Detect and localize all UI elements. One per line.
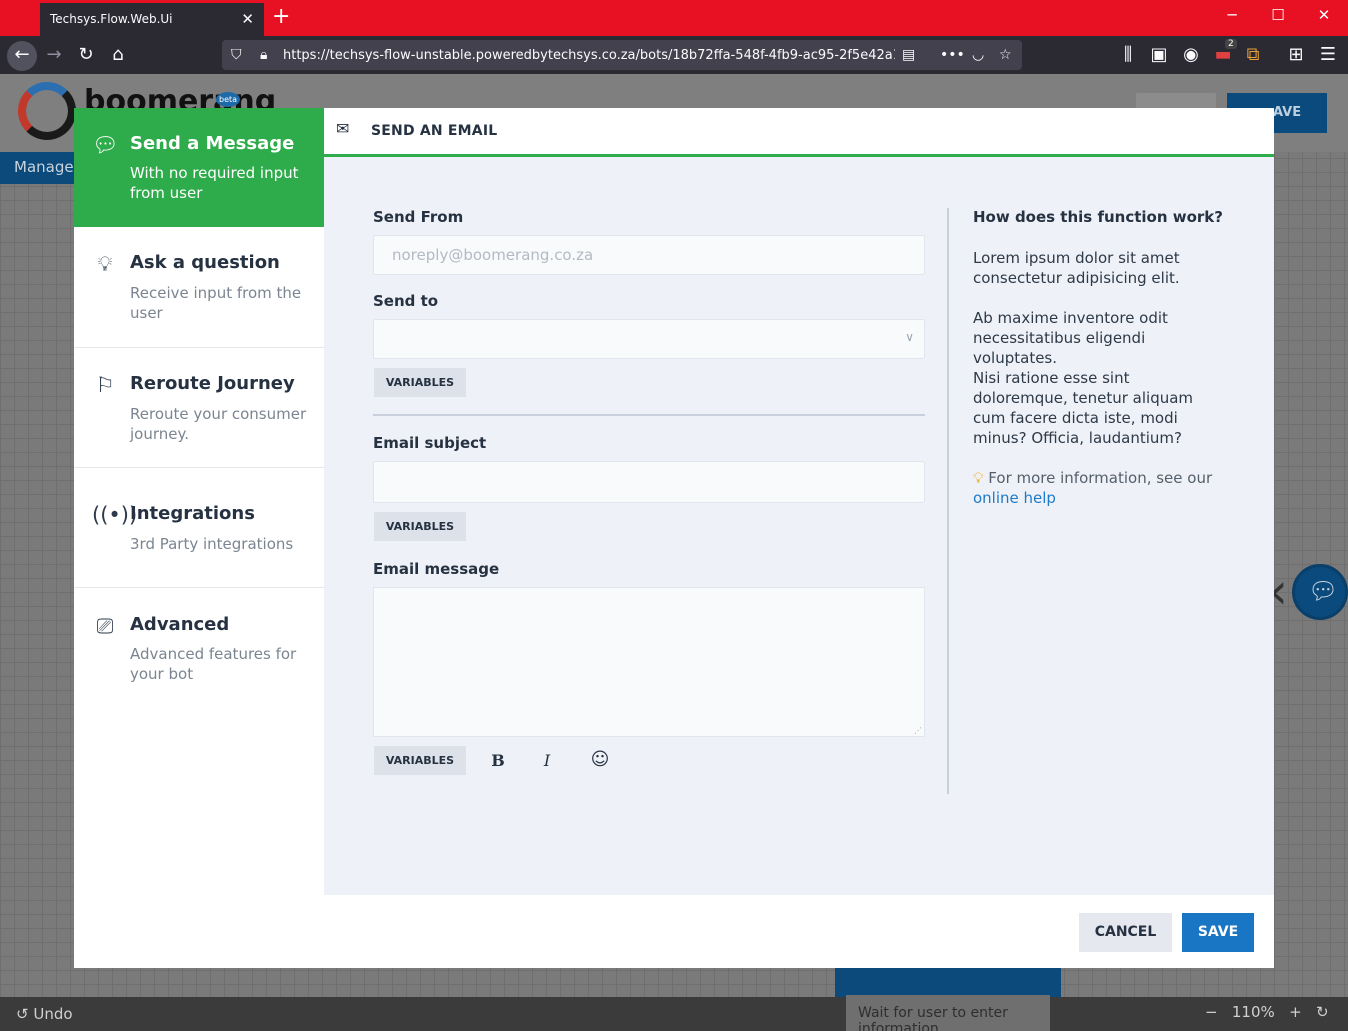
action-sidebar: 💬︎ Send a Message With no required input… (74, 108, 324, 895)
shield-icon[interactable]: ⛉ (231, 44, 242, 66)
beta-badge: beta (216, 92, 241, 107)
send-to-label: Send to (373, 292, 439, 310)
zoom-level: 110% (1231, 1003, 1275, 1021)
sidebar-item-send-message[interactable]: 💬︎ Send a Message With no required input… (74, 108, 324, 227)
library-icon[interactable]: ⫼ (1115, 42, 1141, 68)
chat-bubble-icon: 💬︎ (92, 133, 119, 157)
back-icon[interactable]: ← (7, 41, 37, 71)
help-title: How does this function work? (973, 208, 1223, 226)
sidebar-item-title: Ask a question (130, 252, 280, 273)
flow-node-card[interactable] (835, 967, 1061, 997)
italic-icon[interactable]: I (535, 751, 559, 770)
sidebar-item-desc: Reroute your consumer journey. (130, 405, 307, 443)
column-divider (947, 208, 949, 794)
close-window-icon[interactable]: ✕ (1314, 6, 1334, 24)
help-paragraph: Lorem ipsum dolor sit amet consectetur a… (973, 249, 1180, 287)
extensions-icon[interactable]: ⊞ (1283, 42, 1309, 68)
reader-view-icon[interactable]: ▤ (902, 44, 915, 66)
help-more-text: For more information, see our (988, 469, 1213, 487)
sidebar-item-desc: With no required input from user (130, 164, 299, 202)
browser-titlebar: Techsys.Flow.Web.Ui ✕ + ─ ☐ ✕ (0, 0, 1348, 36)
menu-icon[interactable]: ☰ (1315, 42, 1341, 68)
chat-icon: 💬︎ (1308, 577, 1339, 605)
sidebar-item-title: Integrations (130, 503, 255, 524)
help-paragraph: Ab maxime inventore odit necessitatibus … (973, 309, 1168, 367)
tab-close-icon[interactable]: ✕ (241, 10, 254, 28)
content-title: SEND AN EMAIL (371, 123, 498, 139)
zoom-controls: − 110% + ↻ (1205, 1003, 1329, 1021)
zoom-out-icon[interactable]: − (1205, 1003, 1218, 1021)
zoom-in-icon[interactable]: + (1289, 1003, 1302, 1021)
sidebar-item-advanced[interactable]: ⎚ Advanced Advanced features for your bo… (74, 588, 324, 708)
message-variables-button[interactable]: VARIABLES (374, 746, 466, 775)
chevron-down-icon: ∨ (905, 330, 914, 344)
send-to-select[interactable]: ∨ (373, 319, 925, 359)
bookmark-star-icon[interactable]: ☆ (999, 44, 1012, 66)
url-text[interactable]: https://techsys-flow-unstable.poweredbyt… (283, 48, 895, 63)
online-help-link[interactable]: online help (973, 489, 1056, 507)
account-icon[interactable]: ◉ (1178, 42, 1204, 68)
sidebar-item-title: Advanced (130, 614, 230, 635)
home-icon[interactable]: ⌂ (105, 42, 131, 68)
sidebar-item-desc: Advanced features for your bot (130, 645, 297, 683)
flag-icon: ⚐ (95, 373, 115, 397)
subject-input[interactable] (373, 461, 925, 503)
lightbulb-icon: 💡︎ (97, 252, 113, 276)
resize-grip-icon[interactable]: ⋰ (914, 726, 922, 735)
message-textarea[interactable]: ⋰ (373, 587, 925, 737)
page-actions-icon[interactable]: ••• (940, 44, 965, 66)
send-from-input[interactable]: noreply@boomerang.co.za (373, 235, 925, 275)
modal-content: ✉ SEND AN EMAIL Send From noreply@boomer… (324, 108, 1274, 895)
broadcast-icon: ((•)) (92, 503, 138, 527)
cancel-button[interactable]: CANCEL (1079, 913, 1172, 952)
extension-badge: 2 (1225, 39, 1237, 49)
help-more-info: 💡︎ For more information, see our online … (973, 468, 1223, 508)
pocket-icon[interactable]: ◡ (972, 44, 984, 66)
save-button[interactable]: SAVE (1182, 913, 1254, 952)
sidebar-item-desc: 3rd Party integrations (130, 535, 294, 553)
sidebar-item-title: Send a Message (130, 133, 295, 154)
modal-footer: CANCEL SAVE (74, 895, 1274, 968)
form-divider (373, 414, 925, 416)
flow-node-text: Wait for user to enter information (846, 995, 1050, 1031)
content-header: ✉ SEND AN EMAIL (324, 108, 1274, 157)
subject-variables-button[interactable]: VARIABLES (374, 512, 466, 541)
help-paragraph: Nisi ratione esse sint doloremque, tenet… (973, 369, 1194, 447)
browser-tab[interactable]: Techsys.Flow.Web.Ui ✕ (40, 3, 264, 36)
browser-navbar: ← → ↻ ⌂ ⛉ 🔒︎ https://techsys-flow-unstab… (0, 36, 1348, 74)
sidebar-item-title: Reroute Journey (130, 373, 295, 394)
address-bar[interactable]: ⛉ 🔒︎ https://techsys-flow-unstable.power… (222, 40, 1022, 70)
sidebar-item-integrations[interactable]: ((•)) Integrations 3rd Party integration… (74, 468, 324, 588)
container-icon[interactable]: ⧉ (1240, 42, 1266, 68)
sidebar-item-desc: Receive input from the user (130, 284, 302, 322)
reload-icon[interactable]: ↻ (73, 42, 99, 68)
sidebar-item-ask-question[interactable]: 💡︎ Ask a question Receive input from the… (74, 227, 324, 348)
send-to-variables-button[interactable]: VARIABLES (374, 368, 466, 397)
sidebar-item-reroute-journey[interactable]: ⚐ Reroute Journey Reroute your consumer … (74, 348, 324, 468)
minimize-icon[interactable]: ─ (1222, 6, 1242, 24)
undo-label: Undo (33, 1005, 73, 1023)
zoom-reset-icon[interactable]: ↻ (1316, 1003, 1329, 1021)
tab-title: Techsys.Flow.Web.Ui (50, 12, 173, 26)
action-modal: 💬︎ Send a Message With no required input… (74, 108, 1274, 968)
manage-tab[interactable]: Manage (0, 152, 78, 184)
bold-icon[interactable]: B (486, 751, 510, 770)
lightbulb-icon: 💡︎ (973, 469, 984, 487)
envelope-icon: ✉ (336, 119, 350, 138)
message-label: Email message (373, 560, 500, 578)
emoji-icon[interactable]: ☺ (588, 749, 612, 770)
sidebar-toggle-icon[interactable]: ▣ (1146, 42, 1172, 68)
new-tab-icon[interactable]: + (272, 4, 290, 30)
forward-icon[interactable]: → (41, 42, 67, 68)
status-bar: ↺ Undo − 110% + ↻ (0, 997, 1348, 1031)
boomerang-logo-icon (18, 82, 76, 140)
maximize-icon[interactable]: ☐ (1268, 6, 1288, 24)
lock-icon: 🔒︎ (260, 47, 268, 63)
send-from-label: Send From (373, 208, 464, 226)
chat-fab-button[interactable]: 💬︎ (1292, 564, 1348, 620)
undo-button[interactable]: ↺ Undo (16, 1005, 73, 1023)
subject-label: Email subject (373, 434, 487, 452)
cast-icon: ⎚ (96, 614, 114, 638)
undo-icon: ↺ (16, 1005, 29, 1023)
